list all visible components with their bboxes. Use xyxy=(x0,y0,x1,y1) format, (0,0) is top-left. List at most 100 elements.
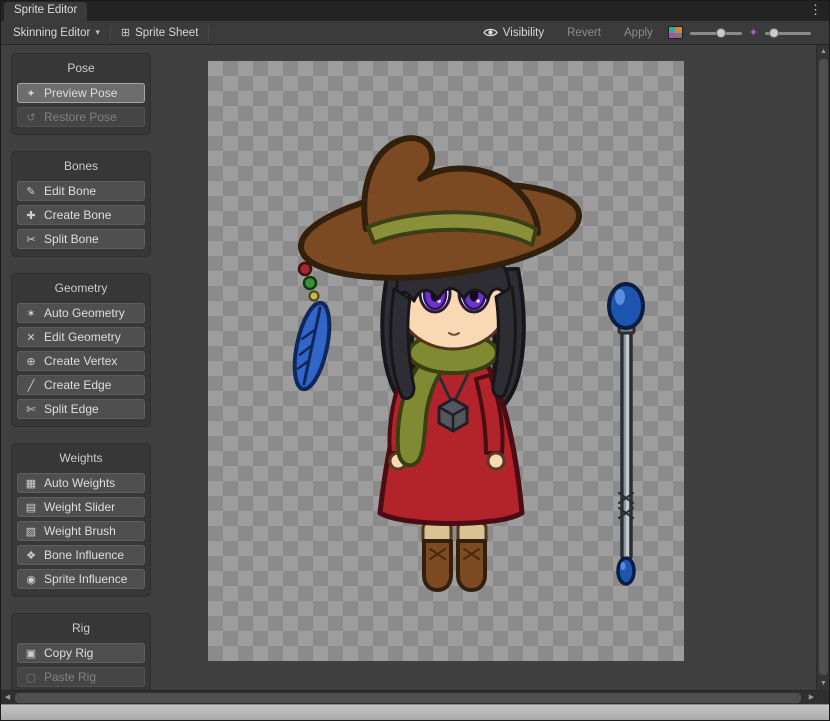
skinning-editor-dropdown[interactable]: Skinning Editor ▾ xyxy=(5,23,108,43)
weight-opacity-slider[interactable] xyxy=(765,28,811,38)
editor-main-area: Pose ✦ Preview Pose ↺ Restore Pose Bones… xyxy=(1,45,818,690)
sprite-influence-icon: ◉ xyxy=(24,573,38,586)
vertical-scrollbar-thumb[interactable] xyxy=(819,59,828,675)
edit-geometry-button[interactable]: ✕ Edit Geometry xyxy=(17,327,145,347)
weight-brush-button[interactable]: ▨ Weight Brush xyxy=(17,521,145,541)
toolbar-separator xyxy=(208,25,209,41)
copy-rig-button[interactable]: ▣ Copy Rig xyxy=(17,643,145,663)
split-edge-button[interactable]: ✄ Split Edge xyxy=(17,399,145,419)
split-bone-button[interactable]: ✂ Split Bone xyxy=(17,229,145,249)
weight-color-icon: ✦ xyxy=(749,26,758,39)
apply-label: Apply xyxy=(624,27,653,39)
edit-geometry-label: Edit Geometry xyxy=(44,330,121,344)
paste-rig-button[interactable]: ▢ Paste Rig xyxy=(17,667,145,687)
paste-rig-label: Paste Rig xyxy=(44,670,96,684)
visibility-button[interactable]: Visibility xyxy=(475,23,552,43)
edit-bone-button[interactable]: ✎ Edit Bone xyxy=(17,181,145,201)
boot-left xyxy=(424,541,451,590)
scroll-left-arrow[interactable]: ◀ xyxy=(1,691,14,705)
sprite-editor-window: Sprite Editor ⋮ Skinning Editor ▾ ⊞ Spri… xyxy=(0,0,830,721)
scroll-up-arrow[interactable]: ▲ xyxy=(817,45,830,58)
create-edge-icon: ╱ xyxy=(24,379,38,392)
window-menu-icon[interactable]: ⋮ xyxy=(809,2,822,18)
auto-geometry-button[interactable]: ✶ Auto Geometry xyxy=(17,303,145,323)
auto-weights-button[interactable]: ▦ Auto Weights xyxy=(17,473,145,493)
weight-brush-label: Weight Brush xyxy=(44,524,116,538)
toolbar-separator xyxy=(110,25,111,41)
sprite-sheet-label: Sprite Sheet xyxy=(135,27,198,39)
panel-title-bones: Bones xyxy=(17,156,145,177)
hat-feather xyxy=(288,263,336,392)
edit-geometry-icon: ✕ xyxy=(24,331,38,344)
toolbar: Skinning Editor ▾ ⊞ Sprite Sheet Visibil… xyxy=(1,21,829,45)
weight-brush-icon: ▨ xyxy=(24,525,38,538)
revert-label: Revert xyxy=(567,27,601,39)
vertical-scrollbar[interactable]: ▲ ▼ xyxy=(816,45,829,690)
create-edge-button[interactable]: ╱ Create Edge xyxy=(17,375,145,395)
sprite-sheet-icon: ⊞ xyxy=(121,26,130,39)
create-bone-button[interactable]: ✚ Create Bone xyxy=(17,205,145,225)
split-edge-label: Split Edge xyxy=(44,402,99,416)
bottom-chrome-strip xyxy=(1,704,829,721)
tab-sprite-editor[interactable]: Sprite Editor xyxy=(4,2,87,21)
weight-slider-icon: ▤ xyxy=(24,501,38,514)
panel-title-weights: Weights xyxy=(17,448,145,469)
window-tab-bar: Sprite Editor ⋮ xyxy=(1,1,829,21)
preview-pose-button[interactable]: ✦ Preview Pose xyxy=(17,83,145,103)
revert-button[interactable]: Revert xyxy=(559,23,609,43)
character-sprite[interactable] xyxy=(288,138,584,590)
restore-pose-icon: ↺ xyxy=(24,111,38,124)
sprite-influence-button[interactable]: ◉ Sprite Influence xyxy=(17,569,145,589)
color-swatch-button[interactable] xyxy=(668,26,683,39)
auto-weights-icon: ▦ xyxy=(24,477,38,490)
sprite-opacity-slider[interactable] xyxy=(690,28,742,38)
weight-slider-button[interactable]: ▤ Weight Slider xyxy=(17,497,145,517)
horizontal-scrollbar[interactable]: ◀ ▶ xyxy=(1,690,818,704)
sprite-influence-label: Sprite Influence xyxy=(44,572,127,586)
staff-orb xyxy=(609,284,643,328)
create-edge-label: Create Edge xyxy=(44,378,111,392)
slider-knob[interactable] xyxy=(716,28,726,38)
split-bone-icon: ✂ xyxy=(24,233,38,246)
bone-influence-icon: ❖ xyxy=(24,549,38,562)
edit-bone-label: Edit Bone xyxy=(44,184,96,198)
auto-weights-label: Auto Weights xyxy=(44,476,115,490)
eye-icon xyxy=(483,27,498,38)
create-bone-icon: ✚ xyxy=(24,209,38,222)
weights-panel: Weights ▦ Auto Weights ▤ Weight Slider ▨… xyxy=(11,443,151,597)
panel-title-rig: Rig xyxy=(17,618,145,639)
sprite-canvas-art xyxy=(208,61,684,661)
scroll-down-arrow[interactable]: ▼ xyxy=(817,677,830,690)
cube-pendant xyxy=(439,399,467,431)
skinning-editor-label: Skinning Editor xyxy=(13,27,90,39)
chevron-down-icon: ▾ xyxy=(95,27,100,38)
pose-panel: Pose ✦ Preview Pose ↺ Restore Pose xyxy=(11,53,151,135)
slider-knob[interactable] xyxy=(769,28,779,38)
sprite-sheet-button[interactable]: ⊞ Sprite Sheet xyxy=(113,23,207,43)
copy-rig-icon: ▣ xyxy=(24,647,38,660)
tool-panels: Pose ✦ Preview Pose ↺ Restore Pose Bones… xyxy=(11,53,151,695)
bone-influence-button[interactable]: ❖ Bone Influence xyxy=(17,545,145,565)
apply-button[interactable]: Apply xyxy=(616,23,661,43)
horizontal-scrollbar-thumb[interactable] xyxy=(15,693,801,703)
paste-rig-icon: ▢ xyxy=(24,671,38,684)
create-vertex-icon: ⊕ xyxy=(24,355,38,368)
geometry-panel: Geometry ✶ Auto Geometry ✕ Edit Geometry… xyxy=(11,273,151,427)
witch-hat xyxy=(296,138,585,292)
boot-right xyxy=(458,541,485,590)
preview-pose-icon: ✦ xyxy=(24,87,38,100)
visibility-label: Visibility xyxy=(503,27,544,39)
sprite-canvas[interactable] xyxy=(208,61,684,661)
split-edge-icon: ✄ xyxy=(24,403,38,416)
split-bone-label: Split Bone xyxy=(44,232,99,246)
preview-pose-label: Preview Pose xyxy=(44,86,117,100)
edit-bone-icon: ✎ xyxy=(24,185,38,198)
weight-slider-label: Weight Slider xyxy=(44,500,115,514)
staff-sprite[interactable] xyxy=(609,284,643,584)
panel-title-geometry: Geometry xyxy=(17,278,145,299)
bone-influence-label: Bone Influence xyxy=(44,548,124,562)
create-vertex-button[interactable]: ⊕ Create Vertex xyxy=(17,351,145,371)
restore-pose-button[interactable]: ↺ Restore Pose xyxy=(17,107,145,127)
create-vertex-label: Create Vertex xyxy=(44,354,117,368)
auto-geometry-icon: ✶ xyxy=(24,307,38,320)
